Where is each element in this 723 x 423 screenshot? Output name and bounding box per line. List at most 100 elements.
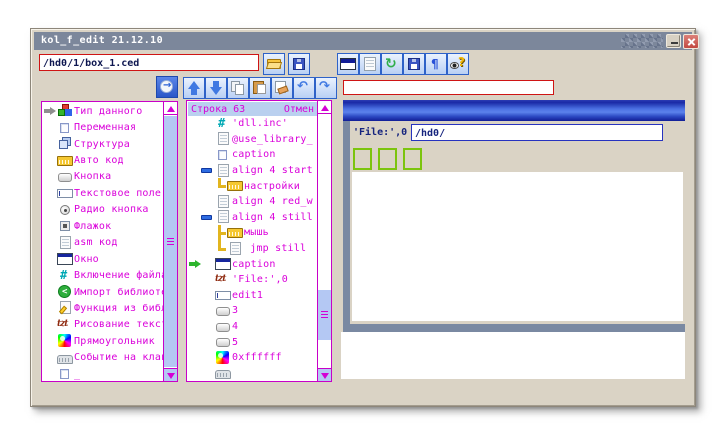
write-entry-icon [274,80,290,96]
palette-item[interactable]: Включение файла [43,267,163,283]
redo-button[interactable] [315,77,337,99]
tree-scrollbar[interactable] [317,101,331,381]
preview-button-5[interactable] [403,148,422,170]
palette-item[interactable]: Радио кнопка [43,202,163,218]
document-button[interactable] [359,53,381,75]
refresh-button[interactable] [381,53,403,75]
palette-scrollbar[interactable] [163,102,177,381]
file-path-input[interactable] [39,54,259,71]
tree-item[interactable]: @use_library_ [188,132,317,148]
palette-item[interactable]: Импорт библиоте [43,284,163,300]
tree-item[interactable]: align 4 red_w [188,194,317,210]
tree-item-label: caption [232,149,276,160]
tree-header: Строка 63 Отмен [188,102,317,116]
view-toolbar [337,53,469,75]
go-button[interactable] [156,76,178,98]
palette-item[interactable]: Переменная [43,119,163,135]
preview-path-input[interactable] [411,124,663,141]
palette-item[interactable]: Тип данного [43,103,163,119]
arrow-up-button[interactable] [183,77,205,99]
minimize-button[interactable] [666,34,681,48]
scroll-down-icon[interactable] [164,368,177,381]
scroll-up-icon[interactable] [164,102,177,115]
preview-button-4[interactable] [378,148,397,170]
save-file-button[interactable] [288,53,310,75]
save-file-icon [291,56,307,72]
tree-item[interactable]: 'File:',0 [188,272,317,288]
palette-item[interactable]: Кнопка [43,169,163,185]
edit-toolbar [183,77,337,99]
tree-item[interactable]: align 4 start [188,163,317,179]
open-file-button[interactable] [263,53,285,75]
preview-button-3[interactable] [353,148,372,170]
minus-icon[interactable] [201,210,215,225]
tree-item-label: align 4 start [232,165,313,176]
edit-box-icon [57,186,74,200]
palette-item[interactable]: _ [43,366,163,380]
tree-item[interactable]: 'dll.inc' [188,116,317,132]
palette-item[interactable]: Флажок [43,218,163,234]
doc-icon [215,132,232,146]
palette-item[interactable]: Прямоугольник [43,333,163,349]
tree-item[interactable]: 3 [188,303,317,319]
palette-item[interactable]: Окно [43,251,163,267]
code-auto-icon [227,179,244,193]
undo-button[interactable] [293,77,315,99]
paste-button[interactable] [249,77,271,99]
arrow-down-button[interactable] [205,77,227,99]
scroll-thumb[interactable] [318,290,331,340]
tree-list: 'dll.inc' @use_library_ caption [188,116,317,380]
search-input[interactable] [343,80,554,95]
tree-item[interactable] [188,366,317,381]
pilcrow-button[interactable] [425,53,447,75]
palette-item-label: Тип данного [74,106,142,117]
preview-window-button[interactable] [337,53,359,75]
preview-frame-bottom [343,324,685,332]
doc-icon [215,195,232,209]
write-entry-button[interactable] [271,77,293,99]
datatype-icon [57,104,74,118]
tree-item-label: align 4 still [232,212,313,223]
palette-item[interactable]: asm код [43,235,163,251]
app-window: kol_f_edit 21.12.10 [30,28,696,407]
scroll-up-icon[interactable] [318,101,331,114]
tree-item[interactable]: caption [188,256,317,272]
code-auto-icon [57,154,74,168]
tree-item[interactable]: 0xffffff [188,350,317,366]
palette-item[interactable]: Текстовое поле [43,185,163,201]
include-hash-icon [215,117,232,131]
palette-item-label: Переменная [74,122,136,133]
tree-item[interactable]: align 4 still [188,210,317,226]
tree-item[interactable]: jmp still [188,241,317,257]
palette-item[interactable]: Функция из библ [43,300,163,316]
outline-square-icon [57,121,74,135]
palette-item[interactable]: Авто код [43,152,163,168]
titlebar[interactable]: kol_f_edit 21.12.10 [34,32,692,50]
current-arrow-icon [188,258,201,270]
minus-icon[interactable] [201,163,215,178]
tree-item-label: align 4 red_w [232,196,313,207]
branch-l-icon [215,178,227,194]
close-button[interactable] [683,34,699,49]
key-event-icon [215,366,232,380]
tree-item[interactable]: 5 [188,334,317,350]
palette-item[interactable]: Рисование текст [43,317,163,333]
scroll-thumb[interactable] [164,116,177,367]
cancel-label[interactable]: Отмен [284,104,314,115]
tree-item[interactable]: настройки [188,178,317,194]
preview-listbox[interactable] [352,172,683,321]
tree-item[interactable]: caption [188,147,317,163]
tree-item[interactable]: 4 [188,319,317,335]
pilcrow-icon [428,56,444,72]
palette-item[interactable]: Структура [43,136,163,152]
palette-list: Тип данного Переменная Структура Авто ко… [43,103,163,380]
palette-item[interactable]: Событие на клав [43,350,163,366]
tree-item[interactable]: мышь [188,225,317,241]
tree-item[interactable]: edit1 [188,288,317,304]
save-file-button[interactable] [403,53,425,75]
palette-item-label: Событие на клав [74,352,163,363]
view-help-button[interactable] [447,53,469,75]
palette-item-label: Окно [74,254,99,265]
scroll-down-icon[interactable] [318,368,331,381]
copy-button[interactable] [227,77,249,99]
